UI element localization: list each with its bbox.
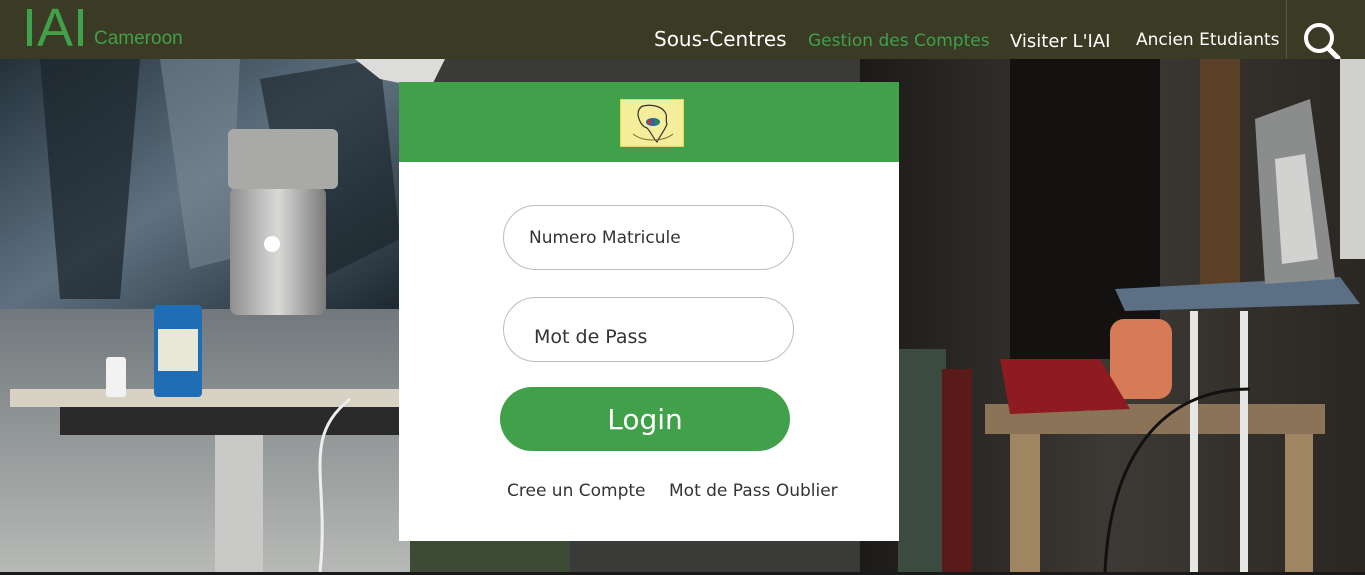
- login-card: Login Cree un Compte Mot de Pass Oublier: [399, 82, 899, 541]
- nav-item-gestion-des-comptes[interactable]: Gestion des Comptes: [808, 31, 990, 51]
- africa-map-logo-icon: [620, 99, 684, 147]
- brand-subtitle: Cameroon: [94, 28, 183, 49]
- password-input[interactable]: [503, 297, 794, 362]
- top-navigation-bar: IAI Cameroon Sous-Centres Gestion des Co…: [0, 0, 1365, 61]
- login-button[interactable]: Login: [500, 387, 790, 451]
- forgot-password-link[interactable]: Mot de Pass Oublier: [669, 481, 838, 501]
- nav-item-sous-centres[interactable]: Sous-Centres: [654, 27, 787, 51]
- nav-divider: [1286, 0, 1287, 59]
- nav-item-visiter-iai[interactable]: Visiter L'IAI: [1010, 31, 1110, 52]
- search-button[interactable]: [1300, 20, 1344, 61]
- brand-logo-text[interactable]: IAI: [22, 0, 88, 56]
- search-icon: [1304, 23, 1341, 61]
- login-card-header: [399, 82, 899, 162]
- matricule-input[interactable]: [503, 205, 794, 270]
- create-account-link[interactable]: Cree un Compte: [507, 481, 646, 501]
- nav-item-ancien-etudiants[interactable]: Ancien Etudiants: [1136, 30, 1280, 50]
